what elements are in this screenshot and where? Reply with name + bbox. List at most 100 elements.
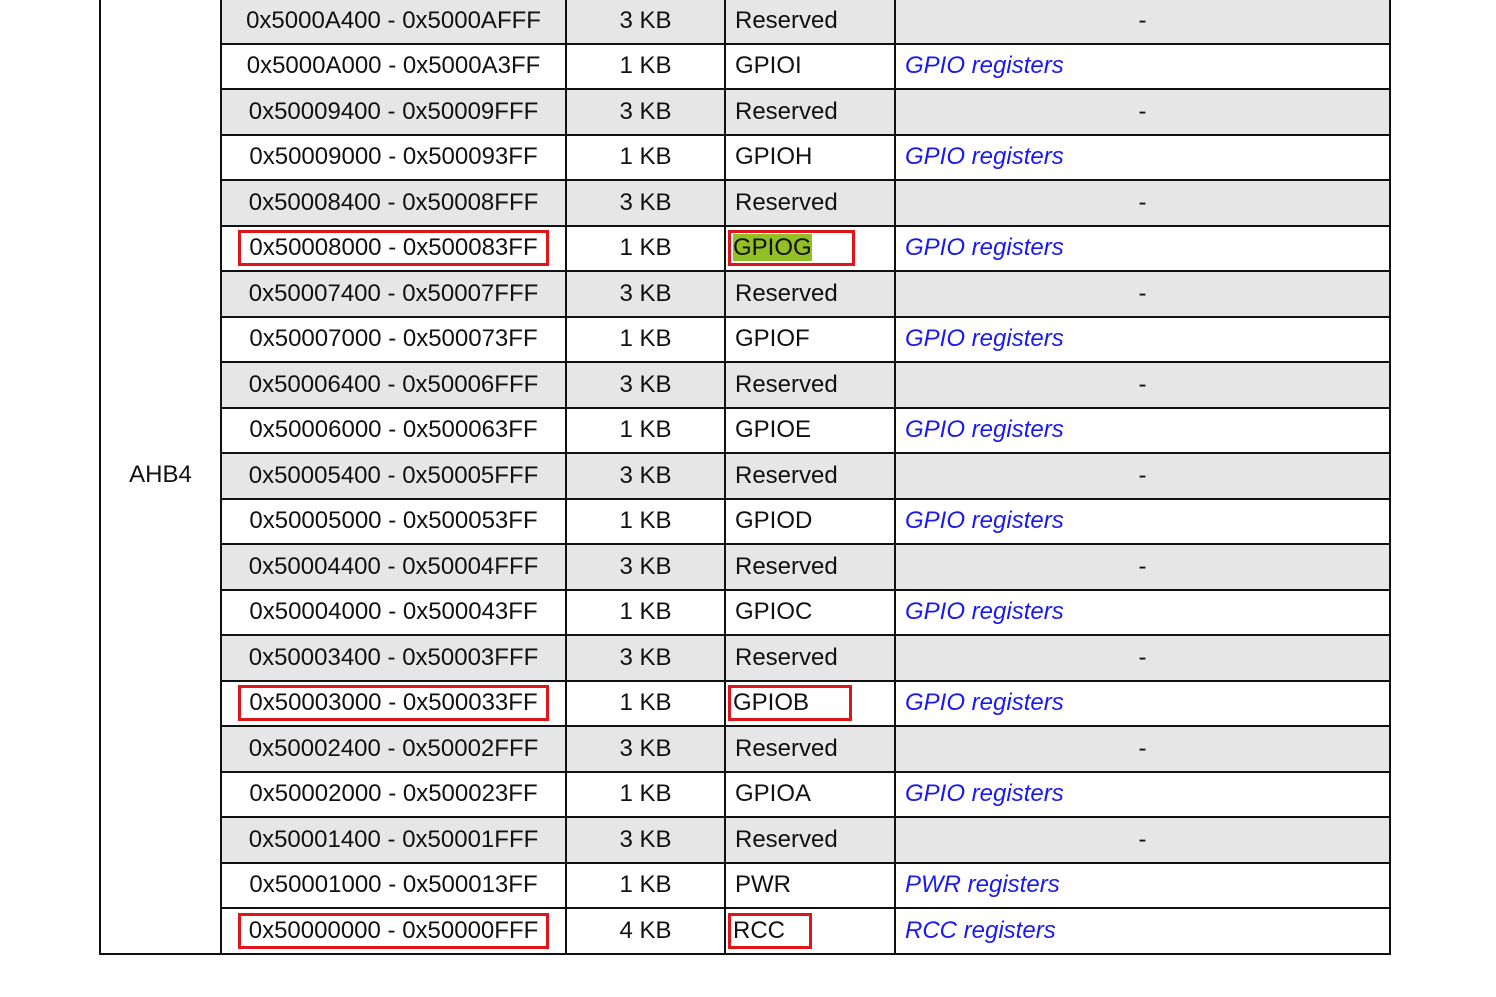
register-map-link[interactable]: GPIO registers (905, 507, 1064, 534)
register-map-cell[interactable]: GPIO registers (894, 497, 1391, 545)
peripheral-cell: Reserved (724, 88, 896, 136)
register-map-cell[interactable]: GPIO registers (894, 315, 1391, 363)
peripheral-cell: Reserved (724, 179, 896, 227)
size-cell: 4 KB (565, 907, 726, 955)
peripheral-cell: GPIOA (724, 770, 896, 818)
peripheral-name: Reserved (735, 279, 838, 307)
address-range-cell: 0x50006400 - 0x50006FFF (220, 361, 567, 409)
register-map-link[interactable]: RCC registers (905, 917, 1056, 944)
peripheral-name: Reserved (735, 97, 838, 125)
peripheral-name: Reserved (735, 461, 838, 489)
address-range-cell: 0x50004000 - 0x500043FF (220, 588, 567, 636)
register-map-cell[interactable]: PWR registers (894, 861, 1391, 909)
bus-name-cell: AHB4 (99, 0, 222, 955)
table-row: 0x50002000 - 0x500023FF 1 KB GPIOA GPIO reg… (100, 770, 1391, 818)
register-map-link[interactable]: GPIO registers (905, 325, 1064, 352)
peripheral-name: Reserved (735, 370, 838, 398)
peripheral-name: Reserved (735, 825, 838, 853)
table-row: 0x5000A000 - 0x5000A3FF 1 KB GPIOI GPIO reg… (100, 42, 1391, 90)
size: 3 KB (619, 188, 672, 216)
table-row: 0x50002400 - 0x50002FFF 3 KB Reserved - (100, 725, 1391, 773)
address-range-cell: 0x50006000 - 0x500063FF (220, 406, 567, 454)
peripheral-cell: GPIOG (724, 224, 896, 272)
peripheral-cell: GPIOD (724, 497, 896, 545)
register-map-link[interactable]: GPIO registers (905, 143, 1064, 170)
address-range-highlighted: 0x50000000 - 0x50000FFF (237, 912, 550, 949)
size: 3 KB (619, 461, 672, 489)
size-cell: 3 KB (565, 361, 726, 409)
table-row: 0x50006000 - 0x500063FF 1 KB GPIOE GPIO reg… (100, 406, 1391, 454)
address-range-cell: 0x50007000 - 0x500073FF (220, 315, 567, 363)
address-range-cell: 0x50008400 - 0x50008FFF (220, 179, 567, 227)
address-range-cell: 0x50009400 - 0x50009FFF (220, 88, 567, 136)
address-range: 0x50003400 - 0x50003FFF (248, 643, 539, 671)
register-map-none: - (1138, 461, 1147, 489)
table-row: 0x50009400 - 0x50009FFF 3 KB Reserved - (100, 88, 1391, 136)
register-map-cell[interactable]: GPIO registers (894, 770, 1391, 818)
peripheral-cell: Reserved (724, 361, 896, 409)
peripheral-name: GPIOH (735, 143, 813, 171)
peripheral-cell: GPIOH (724, 133, 896, 181)
size: 3 KB (619, 279, 672, 307)
memory-map-body: AHB4 0x5000A400 - 0x5000AFFF 3 KB Reserved -… (99, 0, 1391, 955)
size: 1 KB (619, 598, 672, 626)
table-row: 0x50007400 - 0x50007FFF 3 KB Reserved - (100, 270, 1391, 318)
register-map-link[interactable]: GPIO registers (905, 52, 1064, 79)
register-map-link[interactable]: GPIO registers (905, 780, 1064, 807)
register-map-cell: - (894, 452, 1391, 500)
size-cell: 3 KB (565, 179, 726, 227)
register-map-cell: - (894, 270, 1391, 318)
size: 4 KB (619, 916, 672, 944)
peripheral-cell: Reserved (724, 0, 896, 45)
register-map-cell[interactable]: RCC registers (894, 907, 1391, 955)
size-cell: 3 KB (565, 270, 726, 318)
peripheral-cell: PWR (724, 861, 896, 909)
peripheral-name: GPIOD (735, 507, 813, 535)
peripheral-cell: Reserved (724, 270, 896, 318)
peripheral-name: RCC (733, 916, 785, 944)
peripheral-name: GPIOF (735, 325, 810, 353)
size: 1 KB (619, 871, 672, 899)
register-map-link[interactable]: GPIO registers (905, 689, 1064, 716)
size: 1 KB (619, 143, 672, 171)
register-map-link[interactable]: GPIO registers (905, 234, 1064, 261)
register-map-link[interactable]: GPIO registers (905, 598, 1064, 625)
peripheral-name: PWR (735, 871, 791, 899)
table-row: 0x50005400 - 0x50005FFF 3 KB Reserved - (100, 452, 1391, 500)
size: 1 KB (619, 689, 672, 717)
peripheral-cell: Reserved (724, 543, 896, 591)
size-cell: 3 KB (565, 634, 726, 682)
address-range: 0x50009400 - 0x50009FFF (248, 97, 539, 125)
register-map-cell[interactable]: GPIO registers (894, 224, 1391, 272)
register-map-none: - (1138, 97, 1147, 125)
register-map-link[interactable]: GPIO registers (905, 416, 1064, 443)
address-range: 0x50009000 - 0x500093FF (249, 143, 538, 171)
address-range-cell: 0x5000A000 - 0x5000A3FF (220, 42, 567, 90)
table-row: 0x50008400 - 0x50008FFF 3 KB Reserved - (100, 179, 1391, 227)
register-map-cell[interactable]: GPIO registers (894, 588, 1391, 636)
address-range-cell: 0x50001400 - 0x50001FFF (220, 816, 567, 864)
register-map-cell[interactable]: GPIO registers (894, 133, 1391, 181)
table-row: AHB4 0x5000A400 - 0x5000AFFF 3 KB Reserved - (99, 0, 1391, 955)
address-range-highlighted: 0x50008000 - 0x500083FF (238, 230, 549, 267)
size-cell: 1 KB (565, 133, 726, 181)
size-cell: 1 KB (565, 770, 726, 818)
address-range-cell: 0x50002000 - 0x500023FF (220, 770, 567, 818)
register-map-cell[interactable]: GPIO registers (894, 42, 1391, 90)
table-row: 0x50003000 - 0x500033FF 1 KB GPIOB GPIO reg… (100, 679, 1391, 727)
size: 3 KB (619, 825, 672, 853)
peripheral-name: GPIOC (735, 598, 813, 626)
register-map-cell: - (894, 179, 1391, 227)
address-range-cell: 0x50005000 - 0x500053FF (220, 497, 567, 545)
address-range-cell: 0x50005400 - 0x50005FFF (220, 452, 567, 500)
register-map-cell: - (894, 543, 1391, 591)
register-map-cell[interactable]: GPIO registers (894, 406, 1391, 454)
register-map-link[interactable]: PWR registers (905, 871, 1060, 898)
table-row: 0x50007000 - 0x500073FF 1 KB GPIOF GPIO reg… (100, 315, 1391, 363)
size-cell: 3 KB (565, 816, 726, 864)
table-row: 0x50008000 - 0x500083FF 1 KB GPIOG GPIO reg… (100, 224, 1391, 272)
memory-map-table: AHB4 0x5000A400 - 0x5000AFFF 3 KB Reserved -… (99, 0, 1391, 955)
register-map-cell[interactable]: GPIO registers (894, 679, 1391, 727)
table-row: 0x50004000 - 0x500043FF 1 KB GPIOC GPIO reg… (100, 588, 1391, 636)
size: 1 KB (619, 780, 672, 808)
